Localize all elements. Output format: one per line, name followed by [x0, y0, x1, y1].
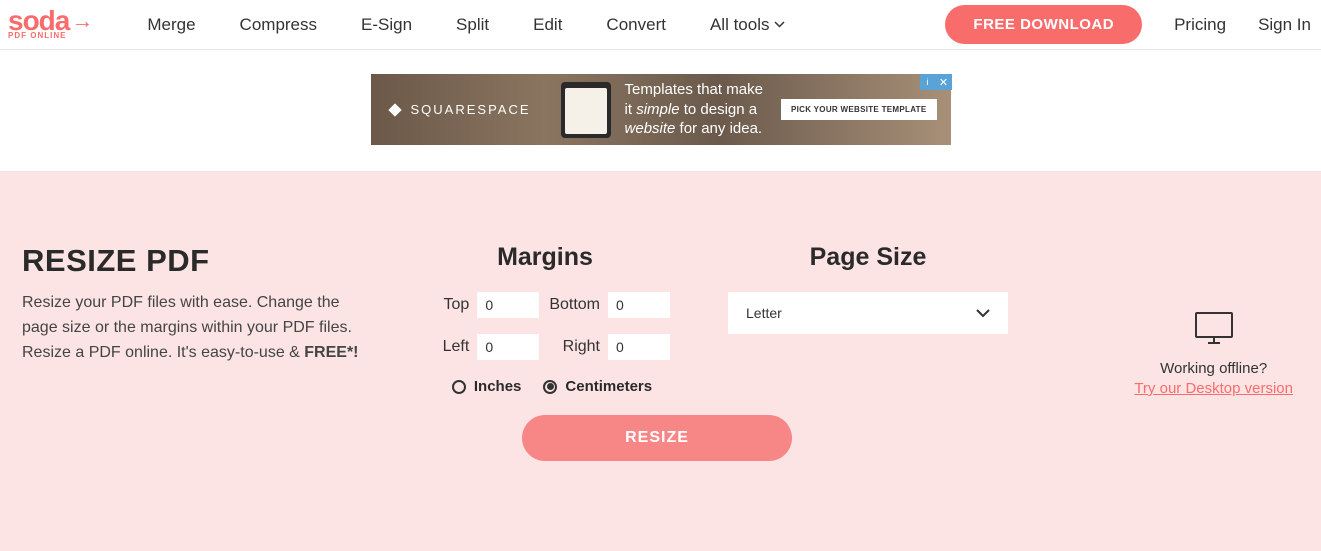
radio-icon — [452, 380, 466, 394]
margin-right-input[interactable] — [608, 334, 670, 360]
pricing-link[interactable]: Pricing — [1174, 15, 1226, 35]
margin-bottom-label: Bottom — [549, 296, 600, 314]
ad-text: Templates that make it simple to design … — [625, 80, 781, 139]
ad-line2: it simple to design a — [625, 100, 781, 120]
margin-bottom-field: Bottom — [549, 292, 670, 318]
nav-edit[interactable]: Edit — [533, 15, 562, 35]
nav-esign[interactable]: E-Sign — [361, 15, 412, 35]
nav-alltools[interactable]: All tools — [710, 15, 786, 35]
margins-heading: Margins — [420, 243, 670, 272]
ad-cta-button[interactable]: PICK YOUR WEBSITE TEMPLATE — [781, 99, 937, 120]
pagesize-block: Page Size Letter — [728, 243, 1008, 511]
logo[interactable]: soda → PDF ONLINE — [8, 9, 92, 40]
margin-top-label: Top — [444, 296, 470, 314]
nav-compress[interactable]: Compress — [240, 15, 317, 35]
margin-right-label: Right — [563, 338, 600, 356]
offline-column: Working offline? Try our Desktop version — [1134, 311, 1293, 398]
offline-text: Working offline? — [1134, 360, 1293, 377]
ad-content[interactable]: i ✕ SQUARESPACE Templates that make it s… — [371, 74, 951, 145]
margin-bottom-input[interactable] — [608, 292, 670, 318]
margin-right-field: Right — [549, 334, 670, 360]
margin-left-input[interactable] — [477, 334, 539, 360]
ad-brand: SQUARESPACE — [385, 100, 531, 120]
close-icon[interactable]: ✕ — [936, 74, 952, 90]
ad-line3: website for any idea. — [625, 119, 781, 139]
header: soda → PDF ONLINE Merge Compress E-Sign … — [0, 0, 1321, 50]
radio-cm-label: Centimeters — [565, 378, 652, 395]
radio-inches[interactable]: Inches — [452, 378, 522, 395]
margin-top-input[interactable] — [477, 292, 539, 318]
logo-text: soda — [8, 9, 69, 33]
radio-inches-label: Inches — [474, 378, 522, 395]
intro-column: RESIZE PDF Resize your PDF files with ea… — [22, 243, 362, 511]
main-nav: Merge Compress E-Sign Split Edit Convert… — [147, 15, 945, 35]
chevron-down-icon — [774, 21, 785, 28]
margin-left-label: Left — [443, 338, 470, 356]
nav-merge[interactable]: Merge — [147, 15, 195, 35]
ad-banner: i ✕ SQUARESPACE Templates that make it s… — [0, 74, 1321, 145]
ad-brand-text: SQUARESPACE — [411, 102, 531, 117]
margin-left-field: Left — [420, 334, 539, 360]
radio-centimeters[interactable]: Centimeters — [543, 378, 652, 395]
logo-subtitle: PDF ONLINE — [8, 31, 66, 40]
desktop-version-link[interactable]: Try our Desktop version — [1134, 380, 1293, 397]
arrow-right-icon: → — [71, 12, 92, 31]
pagesize-select[interactable]: Letter — [728, 292, 1008, 334]
main-section: RESIZE PDF Resize your PDF files with ea… — [0, 171, 1321, 551]
signin-link[interactable]: Sign In — [1258, 15, 1311, 35]
page-description: Resize your PDF files with ease. Change … — [22, 291, 362, 365]
page-title: RESIZE PDF — [22, 243, 362, 279]
nav-convert[interactable]: Convert — [606, 15, 666, 35]
free-download-button[interactable]: FREE DOWNLOAD — [945, 5, 1142, 44]
ad-line1: Templates that make — [625, 80, 781, 100]
phone-icon — [561, 82, 611, 138]
margin-top-field: Top — [420, 292, 539, 318]
header-right: FREE DOWNLOAD Pricing Sign In — [945, 5, 1311, 44]
unit-radios: Inches Centimeters — [420, 378, 670, 395]
monitor-icon — [1194, 311, 1234, 350]
radio-icon — [543, 380, 557, 394]
nav-alltools-label: All tools — [710, 15, 770, 35]
nav-split[interactable]: Split — [456, 15, 489, 35]
margins-grid: Top Bottom Left Right — [420, 292, 670, 360]
ad-info-icon[interactable]: i — [920, 74, 936, 90]
resize-button[interactable]: RESIZE — [522, 415, 792, 461]
margins-block: Margins Top Bottom Left Right — [420, 243, 670, 511]
chevron-down-icon — [976, 309, 990, 318]
pagesize-heading: Page Size — [728, 243, 1008, 272]
pagesize-value: Letter — [746, 305, 976, 321]
squarespace-icon — [385, 100, 405, 120]
